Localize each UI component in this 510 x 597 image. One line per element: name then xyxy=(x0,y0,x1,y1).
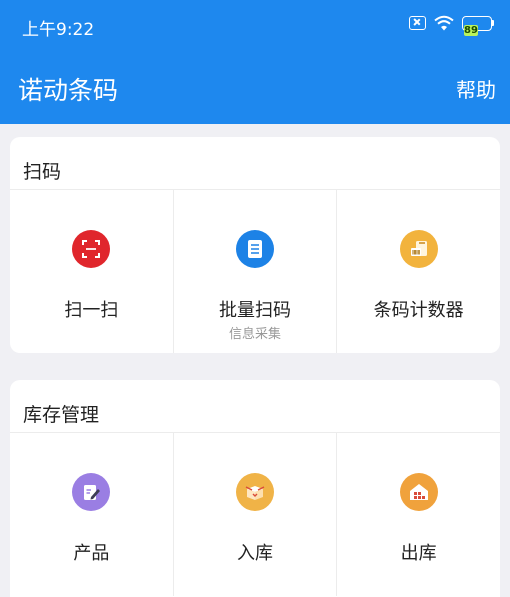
section-title-stock: 库存管理 xyxy=(10,380,500,433)
stock-in-button[interactable]: 入库 xyxy=(174,433,338,596)
batch-scan-button[interactable]: 批量扫码 信息采集 xyxy=(174,190,338,353)
status-bar: 上午9:22 89 xyxy=(0,0,510,52)
barcode-counter-button[interactable]: 条码计数器 xyxy=(337,190,500,353)
cell-label: 条码计数器 xyxy=(373,300,464,321)
product-button[interactable]: 产品 xyxy=(10,433,174,596)
app-title: 诺动条码 xyxy=(18,76,119,105)
cell-label: 产品 xyxy=(73,543,110,564)
stock-out-button[interactable]: 出库 xyxy=(337,433,500,596)
help-link[interactable]: 帮助 xyxy=(456,74,496,103)
cell-label: 出库 xyxy=(400,543,437,564)
stock-in-box-icon xyxy=(236,473,274,511)
barcode-counter-icon xyxy=(399,230,438,268)
stock-grid: 产品 入库 出库 xyxy=(10,433,500,596)
product-edit-icon xyxy=(72,473,111,511)
app-bar: 诺动条码 帮助 xyxy=(0,52,510,124)
status-icons: 89 xyxy=(409,15,494,36)
document-list-icon xyxy=(236,230,274,268)
cell-label: 扫一扫 xyxy=(64,300,119,321)
status-time: 上午9:22 xyxy=(22,20,95,40)
wifi-icon xyxy=(434,15,454,31)
cell-label: 批量扫码 xyxy=(219,300,291,321)
sim-off-icon xyxy=(409,16,426,30)
cell-sublabel: 信息采集 xyxy=(229,327,282,342)
scan-once-button[interactable]: 扫一扫 xyxy=(10,190,174,353)
scan-frame-icon xyxy=(72,230,111,268)
scan-grid: 扫一扫 批量扫码 信息采集 条码计数器 xyxy=(10,190,500,353)
section-title-scan: 扫码 xyxy=(10,137,500,190)
battery-level: 89 xyxy=(464,24,478,36)
cell-label: 入库 xyxy=(237,543,273,564)
stock-section-card: 库存管理 产品 入库 出库 xyxy=(10,380,500,597)
scan-section-card: 扫码 扫一扫 批量扫码 信息采集 条码计数器 xyxy=(10,137,500,353)
warehouse-out-icon xyxy=(399,473,438,511)
battery-icon: 89 xyxy=(462,15,494,36)
